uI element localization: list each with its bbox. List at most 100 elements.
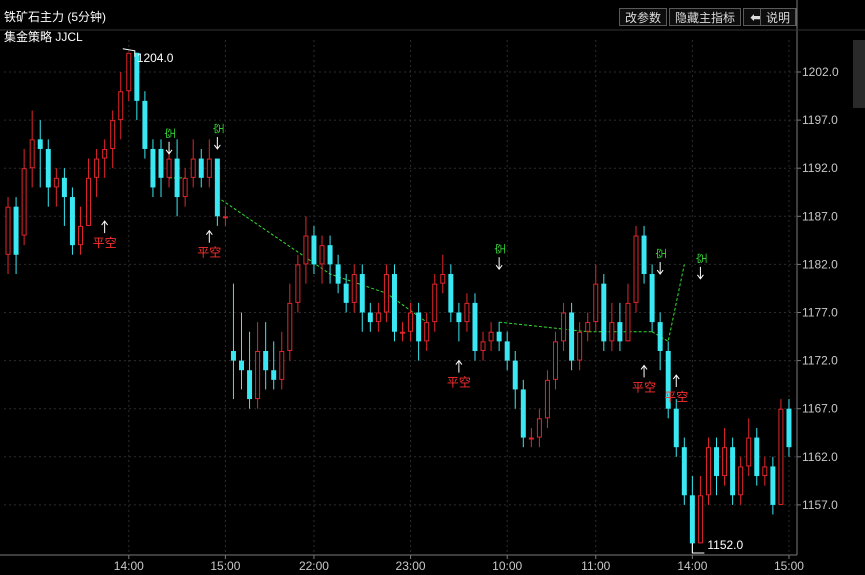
candle[interactable]: [432, 274, 438, 332]
candle[interactable]: [689, 476, 695, 553]
candle[interactable]: [367, 302, 373, 332]
candle[interactable]: [53, 168, 59, 207]
candle[interactable]: [504, 331, 510, 371]
candle[interactable]: [287, 283, 293, 361]
candle[interactable]: [528, 427, 534, 448]
candle[interactable]: [464, 293, 470, 332]
short-signal-label: 空: [163, 128, 177, 139]
candle[interactable]: [786, 399, 792, 457]
candle[interactable]: [142, 91, 148, 159]
candle[interactable]: [714, 437, 720, 496]
candle[interactable]: [657, 312, 663, 371]
candle[interactable]: [335, 254, 341, 294]
candle[interactable]: [37, 120, 43, 188]
candle[interactable]: [263, 322, 269, 390]
candle[interactable]: [182, 168, 188, 207]
candle[interactable]: [520, 379, 526, 448]
candle[interactable]: [102, 139, 108, 178]
candle[interactable]: [697, 476, 703, 544]
candle[interactable]: [29, 110, 35, 188]
candle[interactable]: [456, 302, 462, 342]
candle[interactable]: [21, 148, 27, 246]
candle[interactable]: [762, 456, 768, 486]
candle[interactable]: [496, 322, 502, 351]
candle[interactable]: [174, 139, 180, 217]
candle[interactable]: [77, 206, 83, 255]
candlestick-chart[interactable]: 1202.0 1197.0 1192.0 1187.0 1182.0 1177.0 1172…: [0, 0, 865, 575]
candle[interactable]: [625, 283, 631, 342]
candle[interactable]: [601, 274, 607, 351]
candle[interactable]: [633, 225, 639, 313]
candle[interactable]: [681, 437, 687, 505]
candle[interactable]: [400, 322, 406, 342]
candle[interactable]: [295, 254, 301, 313]
candle[interactable]: [585, 312, 591, 342]
candle[interactable]: [746, 418, 752, 477]
candle[interactable]: [13, 197, 19, 275]
candle[interactable]: [198, 148, 204, 188]
candle[interactable]: [424, 312, 430, 351]
signal-line: [651, 264, 685, 343]
candle[interactable]: [705, 437, 711, 505]
candle[interactable]: [544, 370, 550, 428]
candle[interactable]: [279, 331, 285, 390]
candle[interactable]: [61, 168, 67, 226]
candle[interactable]: [166, 148, 172, 188]
candle[interactable]: [214, 158, 220, 226]
candle[interactable]: [45, 139, 51, 207]
candle[interactable]: [327, 235, 333, 284]
candle[interactable]: [617, 302, 623, 351]
candle[interactable]: [577, 322, 583, 371]
candle[interactable]: [69, 187, 75, 255]
candle[interactable]: [303, 216, 309, 284]
candle[interactable]: [730, 437, 736, 505]
candle[interactable]: [609, 302, 615, 351]
candle[interactable]: [391, 264, 397, 342]
candle[interactable]: [488, 322, 494, 351]
candle[interactable]: [271, 341, 277, 390]
candle[interactable]: [416, 302, 422, 361]
candle[interactable]: [561, 302, 567, 351]
candle[interactable]: [673, 399, 679, 457]
candle[interactable]: [738, 456, 744, 505]
candle[interactable]: [649, 264, 655, 332]
candle[interactable]: [665, 341, 671, 419]
candle[interactable]: [359, 264, 365, 332]
candle[interactable]: [552, 331, 558, 390]
candle[interactable]: [5, 197, 11, 275]
candle[interactable]: [754, 427, 760, 486]
candle[interactable]: [408, 302, 414, 342]
candle[interactable]: [118, 72, 124, 140]
scrollbar[interactable]: [853, 40, 865, 108]
candle[interactable]: [239, 312, 245, 390]
candle[interactable]: [641, 225, 647, 284]
candle[interactable]: [593, 264, 599, 332]
candle[interactable]: [448, 264, 454, 323]
candle[interactable]: [150, 139, 156, 198]
candle[interactable]: [319, 235, 325, 284]
candle[interactable]: [722, 427, 728, 486]
short-signal: 空: [694, 253, 708, 280]
candle[interactable]: [158, 139, 164, 198]
candle[interactable]: [383, 264, 389, 323]
candle[interactable]: [472, 293, 478, 361]
candle[interactable]: [770, 456, 776, 515]
candle[interactable]: [311, 225, 317, 275]
candle[interactable]: [351, 264, 357, 313]
candle[interactable]: [440, 254, 446, 294]
close-short-signal: 平空: [447, 359, 471, 390]
candle[interactable]: [110, 110, 116, 169]
candle[interactable]: [230, 283, 236, 400]
candle[interactable]: [480, 331, 486, 361]
candle[interactable]: [126, 52, 132, 101]
candle[interactable]: [569, 302, 575, 371]
candle[interactable]: [512, 350, 518, 409]
candle[interactable]: [247, 331, 253, 409]
candle[interactable]: [206, 139, 212, 188]
candle[interactable]: [190, 139, 196, 188]
candle[interactable]: [375, 302, 381, 332]
candle[interactable]: [536, 408, 542, 448]
candle[interactable]: [255, 322, 261, 409]
candle[interactable]: [94, 148, 100, 198]
candle[interactable]: [778, 399, 784, 505]
